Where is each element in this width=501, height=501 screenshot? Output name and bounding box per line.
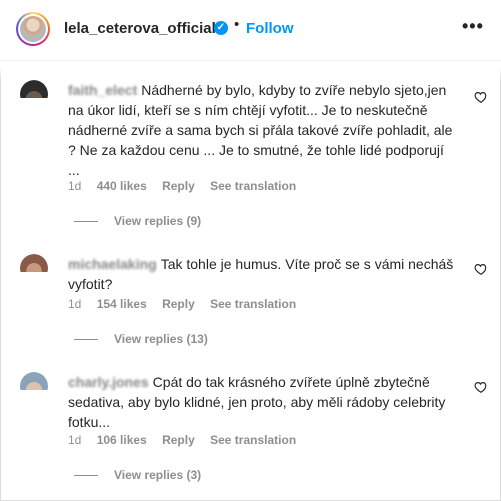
follow-button[interactable]: Follow <box>246 20 294 37</box>
comment-meta: 1d 154 likes Reply See translation <box>68 297 308 311</box>
heart-icon[interactable] <box>474 90 488 104</box>
profile-username[interactable]: lela_ceterova_official <box>64 20 216 37</box>
comment-time: 1d <box>68 179 82 193</box>
comment-text: charly.jones Cpát do tak krásného zvířete… <box>68 372 458 432</box>
comment-author[interactable]: charly.jones <box>68 372 149 392</box>
post-header: lela_ceterova_official ✓ • Follow ••• <box>0 0 501 61</box>
heart-icon[interactable] <box>474 380 488 394</box>
header-separator: • <box>234 16 240 33</box>
view-replies-label: View replies (9) <box>114 214 202 228</box>
comment-likes[interactable]: 440 likes <box>97 179 147 193</box>
view-replies-label: View replies (3) <box>114 468 202 482</box>
replies-divider <box>74 339 98 341</box>
view-replies-button[interactable]: View replies (3) <box>74 468 201 482</box>
comment-time: 1d <box>68 297 82 311</box>
avatar-image <box>20 16 46 42</box>
comment-author[interactable]: faith_elect <box>68 80 137 100</box>
comment-time: 1d <box>68 433 82 447</box>
comment-likes[interactable]: 106 likes <box>97 433 147 447</box>
see-translation-link[interactable]: See translation <box>210 297 296 311</box>
comment-author[interactable]: michaelaking <box>68 254 157 274</box>
reply-button[interactable]: Reply <box>162 433 195 447</box>
comment-meta: 1d 106 likes Reply See translation <box>68 433 308 447</box>
comment-text: michaelaking Tak tohle je humus. Víte pro… <box>68 254 458 294</box>
view-replies-button[interactable]: View replies (13) <box>74 332 208 346</box>
see-translation-link[interactable]: See translation <box>210 179 296 193</box>
see-translation-link[interactable]: See translation <box>210 433 296 447</box>
replies-divider <box>74 475 98 477</box>
replies-divider <box>74 221 98 223</box>
reply-button[interactable]: Reply <box>162 297 195 311</box>
more-options-icon[interactable]: ••• <box>462 16 484 37</box>
view-replies-label: View replies (13) <box>114 332 208 346</box>
comment-likes[interactable]: 154 likes <box>97 297 147 311</box>
reply-button[interactable]: Reply <box>162 179 195 193</box>
comment-text: faith_elect Nádherné by bylo, kdyby to zv… <box>68 80 458 180</box>
verified-badge-icon: ✓ <box>214 21 228 35</box>
heart-icon[interactable] <box>474 262 488 276</box>
profile-avatar[interactable] <box>16 12 50 46</box>
view-replies-button[interactable]: View replies (9) <box>74 214 201 228</box>
comment-meta: 1d 440 likes Reply See translation <box>68 179 308 193</box>
